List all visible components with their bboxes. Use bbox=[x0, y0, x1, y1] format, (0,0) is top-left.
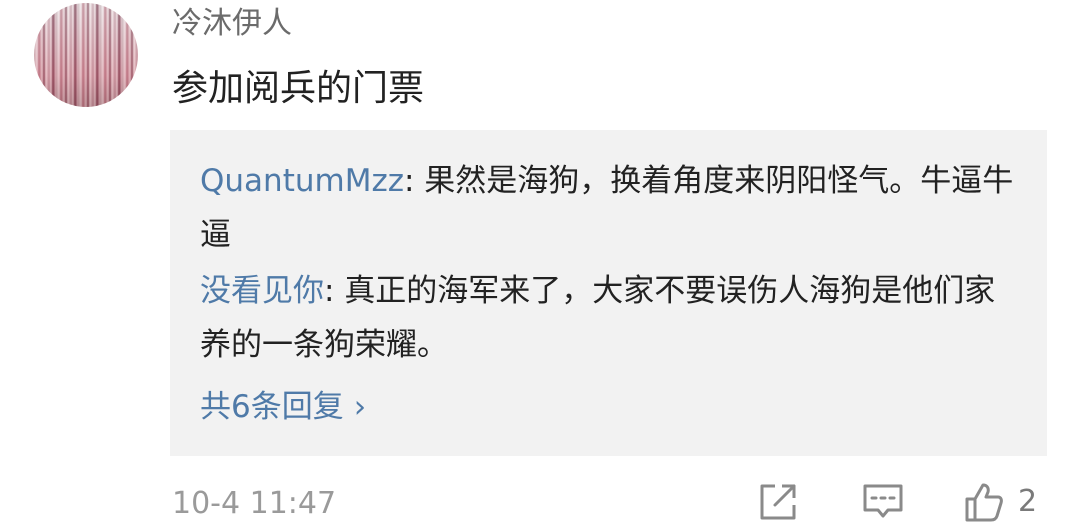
reply-username[interactable]: 没看见你 bbox=[200, 273, 324, 309]
reply-username[interactable]: QuantumMzz bbox=[200, 163, 404, 199]
comment-timestamp: 10-4 11:47 bbox=[172, 486, 337, 521]
avatar[interactable] bbox=[34, 3, 138, 107]
reply-separator: : bbox=[324, 273, 345, 309]
view-all-replies-label: 共6条回复 bbox=[200, 389, 344, 425]
like-button[interactable]: 2 bbox=[964, 482, 1037, 522]
reply-button[interactable] bbox=[862, 482, 904, 522]
comment-username[interactable]: 冷沐伊人 bbox=[172, 4, 292, 44]
thumbs-up-icon bbox=[965, 483, 1003, 522]
reply-separator: : bbox=[403, 163, 425, 199]
reply-item[interactable]: 没看见你: 真正的海军来了，大家不要误伤人海狗是他们家养的一条狗荣耀。 bbox=[200, 264, 1025, 372]
like-count: 2 bbox=[1018, 484, 1038, 519]
comment-item: 冷沐伊人 参加阅兵的门票 QuantumMzz: 果然是海狗，换着角度来阴阳怪气… bbox=[0, 0, 1080, 522]
reply-item[interactable]: QuantumMzz: 果然是海狗，换着角度来阴阳怪气。牛逼牛逼 bbox=[200, 154, 1025, 262]
comment-icon bbox=[863, 484, 903, 518]
chevron-right-icon: › bbox=[353, 389, 367, 425]
view-all-replies-link[interactable]: 共6条回复 › bbox=[200, 380, 366, 434]
share-icon bbox=[760, 484, 796, 520]
reply-preview-box[interactable]: QuantumMzz: 果然是海狗，换着角度来阴阳怪气。牛逼牛逼 没看见你: 真… bbox=[170, 130, 1047, 456]
share-button[interactable] bbox=[758, 482, 798, 522]
comment-text: 参加阅兵的门票 bbox=[172, 68, 425, 109]
